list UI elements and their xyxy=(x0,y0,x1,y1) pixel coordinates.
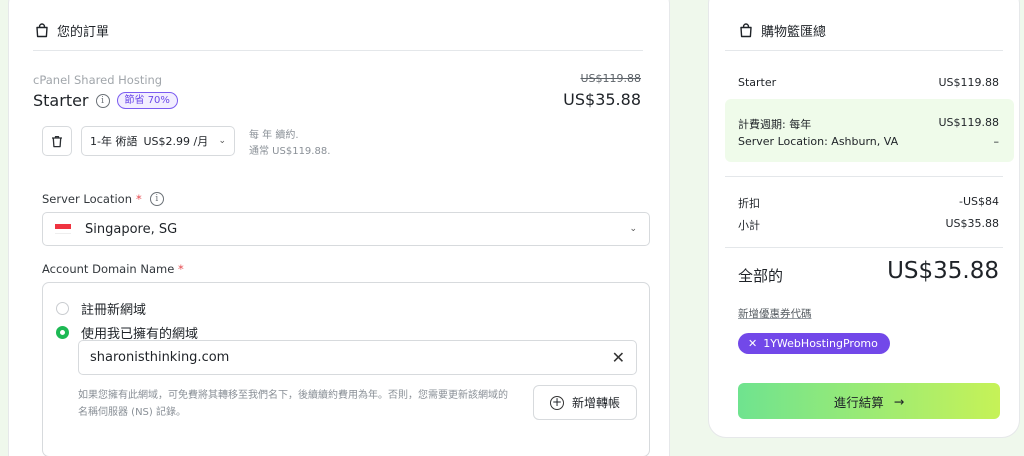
remove-item-button[interactable] xyxy=(42,126,72,156)
shopping-bag-icon xyxy=(35,23,49,38)
cart-summary-card: 購物籃匯總 Starter US$119.88 計費週期: 每年 US$119.… xyxy=(708,0,1020,438)
radio-register-label: 註冊新網域 xyxy=(81,303,147,318)
radio-register-domain[interactable]: 註冊新網域 xyxy=(56,299,146,318)
close-icon[interactable]: ✕ xyxy=(612,348,625,367)
original-price: US$119.88 xyxy=(580,72,641,85)
shopping-bag-icon xyxy=(739,23,753,38)
product-category: cPanel Shared Hosting xyxy=(33,73,163,87)
cart-header: 購物籃匯總 xyxy=(739,21,826,40)
total-label: 全部的 xyxy=(738,267,784,285)
promo-code-chip[interactable]: ✕ 1YWebHostingPromo xyxy=(738,333,890,354)
renew-note-line2: 通常 US$119.88. xyxy=(249,146,331,157)
close-icon[interactable]: ✕ xyxy=(748,337,757,350)
trash-icon xyxy=(52,135,62,147)
product-name-row: Starter i 節省 70% xyxy=(33,91,178,110)
add-transfer-button[interactable]: + 新增轉帳 xyxy=(533,385,637,420)
summary-label: Server Location: Ashburn, VA xyxy=(738,135,899,148)
info-icon[interactable]: i xyxy=(149,192,164,206)
required-mark: * xyxy=(136,192,142,206)
chevron-down-icon: ⌄ xyxy=(629,224,637,234)
arrow-right-icon: → xyxy=(893,393,905,409)
price: US$35.88 xyxy=(563,90,641,109)
summary-row-subtotal: 小計 US$35.88 xyxy=(738,217,999,233)
domain-input-value: sharonisthinking.com xyxy=(90,350,230,365)
domain-help-text: 如果您擁有此網域，可免費將其轉移至我們名下，後續續約費用為年。否則，您需要更新該… xyxy=(78,390,508,418)
summary-row-server: Server Location: Ashburn, VA – xyxy=(738,135,999,148)
divider xyxy=(33,50,643,51)
summary-row-starter: Starter US$119.88 xyxy=(738,76,999,89)
singapore-flag-icon xyxy=(55,224,71,234)
domain-input[interactable]: sharonisthinking.com ✕ xyxy=(78,340,637,375)
summary-value: US$35.88 xyxy=(945,217,999,230)
server-location-label: Server Location * i xyxy=(42,192,164,206)
radio-button[interactable] xyxy=(56,302,69,315)
divider xyxy=(725,247,1003,248)
summary-value: -US$84 xyxy=(959,195,999,208)
term-select[interactable]: 1-年 術語 US$2.99 /月 ⌄ xyxy=(81,126,235,156)
checkout-button[interactable]: 進行結算 → xyxy=(738,383,1000,419)
product-name: Starter xyxy=(33,91,89,110)
checkout-label: 進行結算 xyxy=(833,394,884,410)
summary-value: US$119.88 xyxy=(938,116,999,129)
chevron-down-icon: ⌄ xyxy=(218,136,226,146)
add-transfer-label: 新增轉帳 xyxy=(571,396,620,410)
total-value: US$35.88 xyxy=(887,258,999,284)
summary-value: US$119.88 xyxy=(938,76,999,89)
summary-value: – xyxy=(993,135,1000,148)
server-location-value: Singapore, SG xyxy=(85,221,178,237)
summary-label: 小計 xyxy=(738,219,760,232)
divider xyxy=(725,50,1003,51)
account-domain-label-text: Account Domain Name xyxy=(42,262,175,276)
account-domain-label: Account Domain Name * xyxy=(42,262,184,276)
required-mark: * xyxy=(177,262,184,276)
domain-options-panel: 註冊新網域 使用我已擁有的網域 sharonisthinking.com ✕ 如… xyxy=(42,282,650,456)
term-label: 1-年 術語 xyxy=(90,135,138,148)
summary-label: Starter xyxy=(738,76,777,89)
server-location-select[interactable]: Singapore, SG ⌄ xyxy=(42,212,650,246)
add-coupon-link[interactable]: 新增優惠券代碼 xyxy=(738,306,812,321)
renew-note: 每 年 續約. 通常 US$119.88. xyxy=(249,128,330,160)
radio-button-selected[interactable] xyxy=(56,326,69,339)
order-title: 您的訂單 xyxy=(57,25,110,40)
renew-note-line1: 每 年 續約. xyxy=(249,130,299,141)
order-header: 您的訂單 xyxy=(35,21,109,40)
plus-circle-icon: + xyxy=(549,394,564,410)
summary-label: 折扣 xyxy=(738,197,760,210)
divider xyxy=(725,176,1003,177)
server-location-label-text: Server Location xyxy=(42,192,133,206)
promo-code-label: 1YWebHostingPromo xyxy=(763,337,878,350)
term-price: US$2.99 /月 xyxy=(143,135,209,148)
summary-row-discount: 折扣 -US$84 xyxy=(738,195,999,211)
summary-label: 計費週期: 每年 xyxy=(738,118,812,131)
summary-row-billing: 計費週期: 每年 US$119.88 xyxy=(738,116,999,132)
info-icon[interactable]: i xyxy=(95,93,110,108)
save-badge: 節省 70% xyxy=(116,92,178,109)
order-card: 您的訂單 cPanel Shared Hosting Starter i 節省 … xyxy=(8,0,670,456)
cart-title: 購物籃匯總 xyxy=(761,25,827,40)
